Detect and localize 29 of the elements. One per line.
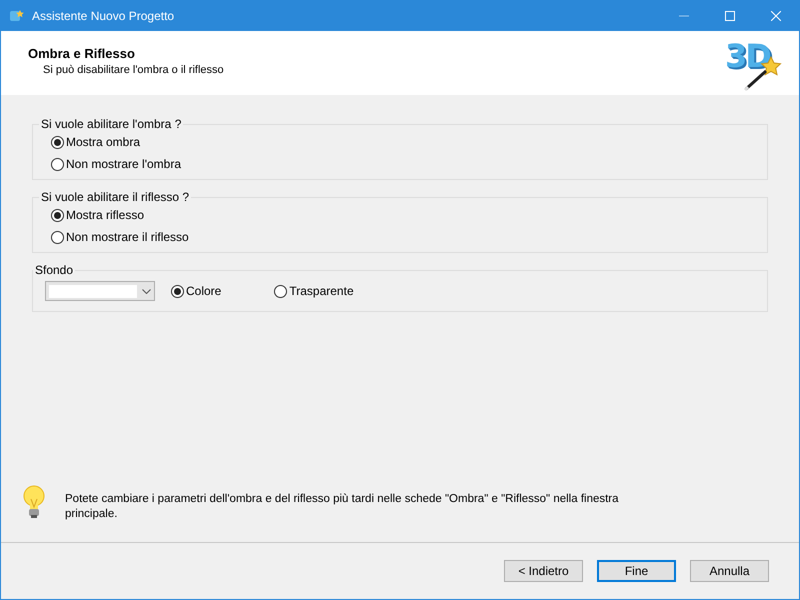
radio-option[interactable]: Colore <box>171 284 222 298</box>
page-title: Ombra e Riflesso <box>28 46 136 61</box>
lightbulb-icon <box>23 485 45 519</box>
close-icon <box>771 10 781 20</box>
group-legend: Sfondo <box>33 263 76 277</box>
tip-text: Potete cambiare i parametri dell'ombra e del riflesso più tardi nelle schede "Ombra" e "Riflesso" nella finestra principale. <box>65 492 620 522</box>
radio-button[interactable] <box>51 158 64 170</box>
maximize-icon <box>725 10 735 20</box>
radio-button[interactable] <box>51 230 64 244</box>
group-legend: Si vuole abilitare l'ombra ? <box>39 117 184 131</box>
page-subtitle: Si può disabilitare l'ombra o il riflesso <box>43 64 224 76</box>
radio-option[interactable]: Trasparente <box>274 284 354 298</box>
logo: 3D <box>729 39 781 89</box>
app-icon <box>9 8 25 24</box>
chevron-icon <box>142 288 151 294</box>
radio-option[interactable]: Non mostrare l'ombra <box>51 157 181 171</box>
wizard-button[interactable]: < Indietro <box>504 560 583 582</box>
wizard-button[interactable]: Annulla <box>690 560 769 582</box>
radio-option[interactable]: Non mostrare il riflesso <box>51 230 189 244</box>
wizard-button[interactable]: Fine <box>597 560 676 582</box>
radio-button[interactable] <box>274 284 288 298</box>
radio-option[interactable]: Mostra ombra <box>51 135 140 149</box>
radio-option[interactable]: Mostra riflesso <box>51 208 144 222</box>
color-dropdown[interactable] <box>45 281 155 301</box>
radio-button[interactable] <box>51 136 64 148</box>
window-title: Assistente Nuovo Progetto <box>32 8 176 22</box>
radio-button[interactable] <box>171 284 184 298</box>
radio-button[interactable] <box>51 208 64 222</box>
group-legend: Si vuole abilitare il riflesso ? <box>39 190 192 204</box>
